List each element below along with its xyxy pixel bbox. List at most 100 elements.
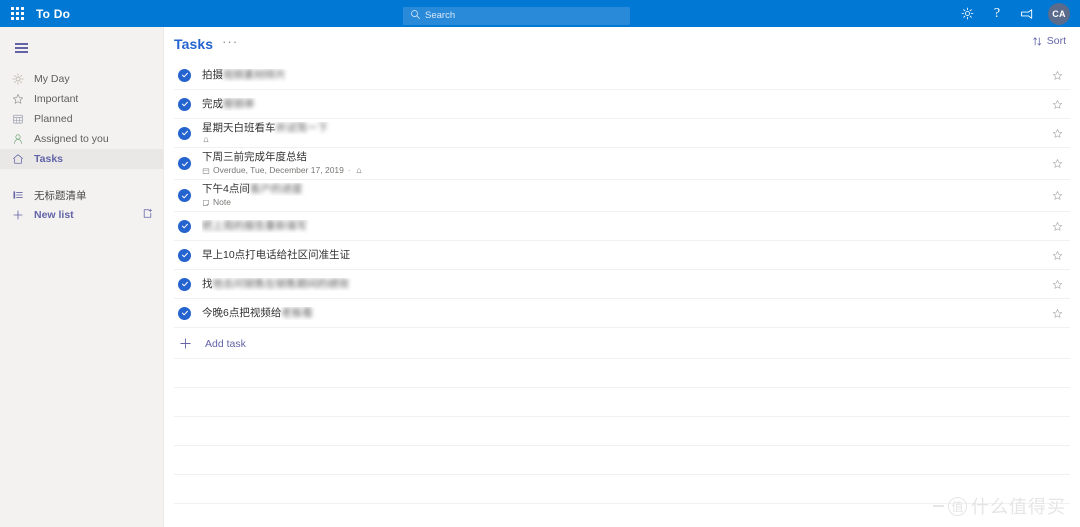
task-row[interactable]: 下周三前完成年度总结 Overdue, Tue, December 17, 20… bbox=[174, 148, 1070, 180]
task-due-date: Overdue, Tue, December 17, 2019 bbox=[213, 165, 344, 175]
plus-icon bbox=[178, 336, 193, 351]
task-star-button[interactable] bbox=[1050, 306, 1064, 320]
star-icon bbox=[1052, 279, 1062, 289]
task-title: 星期天白班看车并试驾一下 bbox=[202, 122, 328, 134]
task-title: 下周三前完成年度总结 bbox=[202, 151, 307, 163]
search-input[interactable] bbox=[403, 6, 630, 25]
task-checkbox[interactable] bbox=[178, 189, 191, 202]
settings-button[interactable] bbox=[952, 0, 982, 27]
task-title: 下午4点间客户的进度 bbox=[202, 183, 303, 195]
check-icon bbox=[181, 193, 188, 198]
task-star-button[interactable] bbox=[1050, 248, 1064, 262]
task-star-button[interactable] bbox=[1050, 68, 1064, 82]
main-content: Tasks ··· Sort 拍摄视频素材样片 完成报销单 星期天白班看车并试驾… bbox=[164, 27, 1080, 527]
star-icon bbox=[1052, 159, 1062, 168]
task-star-button[interactable] bbox=[1050, 157, 1064, 171]
note-icon bbox=[203, 199, 209, 206]
sidebar-item-planned[interactable]: Planned bbox=[0, 109, 163, 129]
sidebar-item-tasks[interactable]: Tasks bbox=[0, 149, 163, 169]
task-checkbox[interactable] bbox=[178, 126, 191, 140]
task-metadata bbox=[202, 136, 1070, 144]
sidebar-item-label: Important bbox=[34, 93, 79, 105]
task-row[interactable]: 拍摄视频素材样片 bbox=[174, 61, 1070, 90]
task-body: 下午4点间客户的进度 Note bbox=[202, 180, 1070, 211]
sort-button[interactable]: Sort bbox=[1032, 35, 1066, 47]
avatar[interactable]: CA bbox=[1048, 2, 1070, 25]
task-row[interactable]: 下午4点间客户的进度 Note bbox=[174, 180, 1070, 212]
star-icon bbox=[1052, 70, 1062, 80]
star-icon bbox=[12, 93, 30, 105]
sun-icon bbox=[12, 73, 30, 85]
check-icon bbox=[181, 72, 188, 78]
task-title: 找他去问销售在销售期间的绩效 bbox=[202, 277, 349, 290]
task-checkbox[interactable] bbox=[178, 306, 191, 320]
reminder-bell-icon bbox=[356, 168, 362, 173]
sidebar: My Day Important Planned Assigned to you… bbox=[0, 27, 164, 527]
task-star-button[interactable] bbox=[1050, 126, 1064, 140]
sort-arrows-icon bbox=[1033, 37, 1041, 45]
task-checkbox[interactable] bbox=[178, 157, 191, 170]
sidebar-item-assigned-to-you[interactable]: Assigned to you bbox=[0, 129, 163, 149]
task-note-label: Note bbox=[213, 197, 231, 207]
check-icon bbox=[181, 310, 188, 316]
task-row[interactable]: 早上10点打电话给社区问准生证 bbox=[174, 241, 1070, 270]
meta-separator: · bbox=[347, 165, 351, 175]
task-body: 拍摄视频素材样片 bbox=[202, 66, 1070, 85]
star-icon bbox=[1052, 250, 1062, 260]
question-mark-icon: ? bbox=[993, 5, 1001, 21]
task-checkbox[interactable] bbox=[178, 219, 191, 233]
star-icon bbox=[1052, 221, 1062, 231]
check-icon bbox=[181, 281, 188, 287]
sidebar-item-label: Tasks bbox=[34, 153, 63, 165]
task-row[interactable]: 今晚6点把视频给老板看 bbox=[174, 299, 1070, 328]
task-list: 拍摄视频素材样片 完成报销单 星期天白班看车并试驾一下 下周三前完成年度总结 O… bbox=[164, 61, 1080, 504]
task-star-button[interactable] bbox=[1050, 219, 1064, 233]
task-metadata: Note bbox=[202, 197, 1070, 208]
star-icon bbox=[1052, 128, 1062, 138]
sidebar-nav-list: My Day Important Planned Assigned to you… bbox=[0, 69, 163, 225]
sidebar-item-my-day[interactable]: My Day bbox=[0, 69, 163, 89]
sidebar-list-label: 无标题清单 bbox=[34, 189, 87, 202]
empty-row bbox=[174, 475, 1070, 504]
sidebar-item-important[interactable]: Important bbox=[0, 89, 163, 109]
sidebar-toggle-button[interactable] bbox=[6, 33, 36, 63]
check-icon bbox=[181, 223, 188, 229]
task-row[interactable]: 把上周的报告重新填写 bbox=[174, 212, 1070, 241]
task-star-button[interactable] bbox=[1050, 189, 1064, 203]
task-star-button[interactable] bbox=[1050, 277, 1064, 291]
task-metadata: Overdue, Tue, December 17, 2019 · bbox=[202, 165, 1070, 176]
new-group-button[interactable] bbox=[142, 206, 153, 224]
task-title: 拍摄视频素材样片 bbox=[202, 68, 286, 81]
task-checkbox[interactable] bbox=[178, 248, 191, 262]
task-body: 下周三前完成年度总结 Overdue, Tue, December 17, 20… bbox=[202, 148, 1070, 179]
task-star-button[interactable] bbox=[1050, 97, 1064, 111]
hamburger-menu-icon bbox=[14, 44, 28, 52]
gear-icon bbox=[961, 7, 973, 20]
task-checkbox[interactable] bbox=[178, 68, 191, 82]
app-title[interactable]: To Do bbox=[36, 7, 70, 21]
task-row[interactable]: 找他去问销售在销售期间的绩效 bbox=[174, 270, 1070, 299]
more-options-icon[interactable]: ··· bbox=[222, 35, 238, 51]
sidebar-list-untitled[interactable]: 无标题清单 bbox=[0, 185, 163, 205]
empty-row bbox=[174, 417, 1070, 446]
help-button[interactable]: ? bbox=[982, 0, 1012, 27]
task-checkbox[interactable] bbox=[178, 97, 191, 111]
search-container bbox=[403, 5, 630, 25]
sort-label: Sort bbox=[1046, 35, 1066, 47]
task-row[interactable]: 星期天白班看车并试驾一下 bbox=[174, 119, 1070, 148]
empty-row bbox=[174, 359, 1070, 388]
add-task-label: Add task bbox=[205, 337, 246, 350]
feedback-button[interactable] bbox=[1012, 0, 1042, 27]
plus-icon bbox=[12, 209, 30, 221]
reminder-bell-icon bbox=[203, 137, 209, 143]
task-row[interactable]: 完成报销单 bbox=[174, 90, 1070, 119]
sidebar-item-label: Assigned to you bbox=[34, 133, 109, 145]
task-body: 找他去问销售在销售期间的绩效 bbox=[202, 275, 1070, 294]
task-checkbox[interactable] bbox=[178, 277, 191, 291]
app-launcher-button[interactable] bbox=[0, 0, 34, 27]
list-icon bbox=[12, 189, 30, 201]
sidebar-new-list-button[interactable]: New list bbox=[0, 205, 163, 225]
watermark-dash bbox=[933, 505, 944, 507]
star-icon bbox=[1052, 99, 1062, 109]
add-task-button[interactable]: Add task bbox=[174, 329, 1070, 359]
